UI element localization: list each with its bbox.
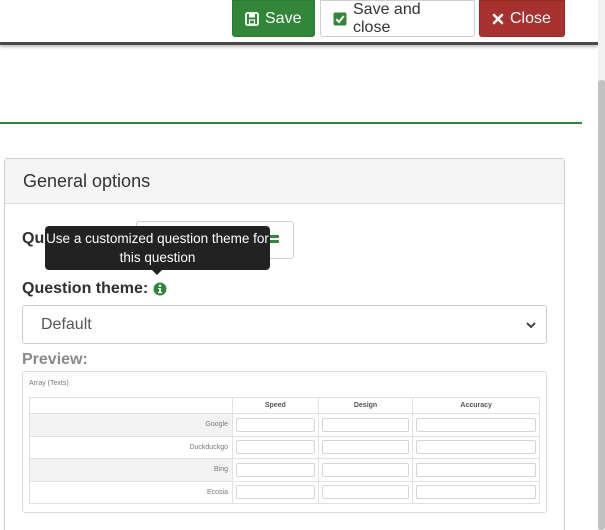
preview-row: Google [29,413,540,437]
floppy-disk-icon [245,11,259,26]
preview-text-input [416,462,536,477]
save-and-close-label: Save and close [353,0,421,36]
preview-cell [317,435,414,459]
preview-cell [412,413,540,437]
preview-cell [412,480,540,504]
preview-text-input [416,440,536,455]
preview-col-header: Design [317,397,414,414]
close-button-label: Close [510,9,551,27]
close-icon [492,13,504,24]
preview-row-label: Bing [29,458,233,482]
preview-text-input [321,417,410,432]
tooltip-arrow [151,269,163,275]
preview-cell [317,480,414,504]
panel-heading[interactable]: General options [5,159,564,204]
question-theme-tooltip: Use a customized question theme for this… [45,226,270,270]
page-scrollbar[interactable] [598,0,605,530]
check-square-icon [333,12,347,25]
question-theme-label-text: Question theme: [22,280,149,297]
question-preview: Array (Texts) Speed Design Accuracy Goog… [22,371,547,513]
scrollbar-thumb[interactable] [598,80,605,530]
question-theme-select[interactable]: Default [22,305,547,344]
preview-text-input [416,417,536,432]
header-divider [0,122,582,124]
preview-row-label: Google [29,413,233,437]
preview-corner-header [29,397,233,414]
preview-cell [232,480,319,504]
preview-text-input [321,462,410,477]
chevron-down-icon [526,322,536,329]
preview-row-label: Duckduckgo [29,435,233,459]
preview-row: Duckduckgo [29,435,540,459]
preview-cell [317,413,414,437]
page: Save Save and close Close General option… [0,0,605,530]
preview-text-input [236,485,315,500]
top-toolbar: Save Save and close Close [0,0,598,45]
save-button[interactable]: Save [232,0,315,37]
preview-cell [232,413,319,437]
preview-row: Bing [29,458,540,482]
preview-text-input [416,485,536,500]
preview-text-input [236,440,315,455]
preview-label: Preview: [22,351,88,368]
preview-cell [232,458,319,482]
preview-cell [412,435,540,459]
preview-cell [412,458,540,482]
preview-col-header: Speed [232,397,319,414]
preview-text-input [321,440,410,455]
preview-row-label: Ecosia [29,480,233,504]
preview-array-table: Speed Design Accuracy Google Duckduckgo [29,397,540,504]
save-and-close-button[interactable]: Save and close [320,0,475,37]
save-button-label: Save [265,9,302,27]
info-circle-icon[interactable] [153,282,167,296]
close-button[interactable]: Close [479,0,565,37]
preview-cell [317,458,414,482]
preview-title: Array (Texts) [29,380,69,387]
question-theme-label: Question theme: [22,280,167,298]
preview-text-input [236,462,315,477]
question-theme-select-value: Default [41,315,92,333]
preview-cell [232,435,319,459]
preview-col-header: Accuracy [412,397,540,414]
panel-heading-title: General options [23,170,151,191]
preview-text-input [321,485,410,500]
preview-row: Ecosia [29,480,540,504]
preview-text-input [236,417,315,432]
